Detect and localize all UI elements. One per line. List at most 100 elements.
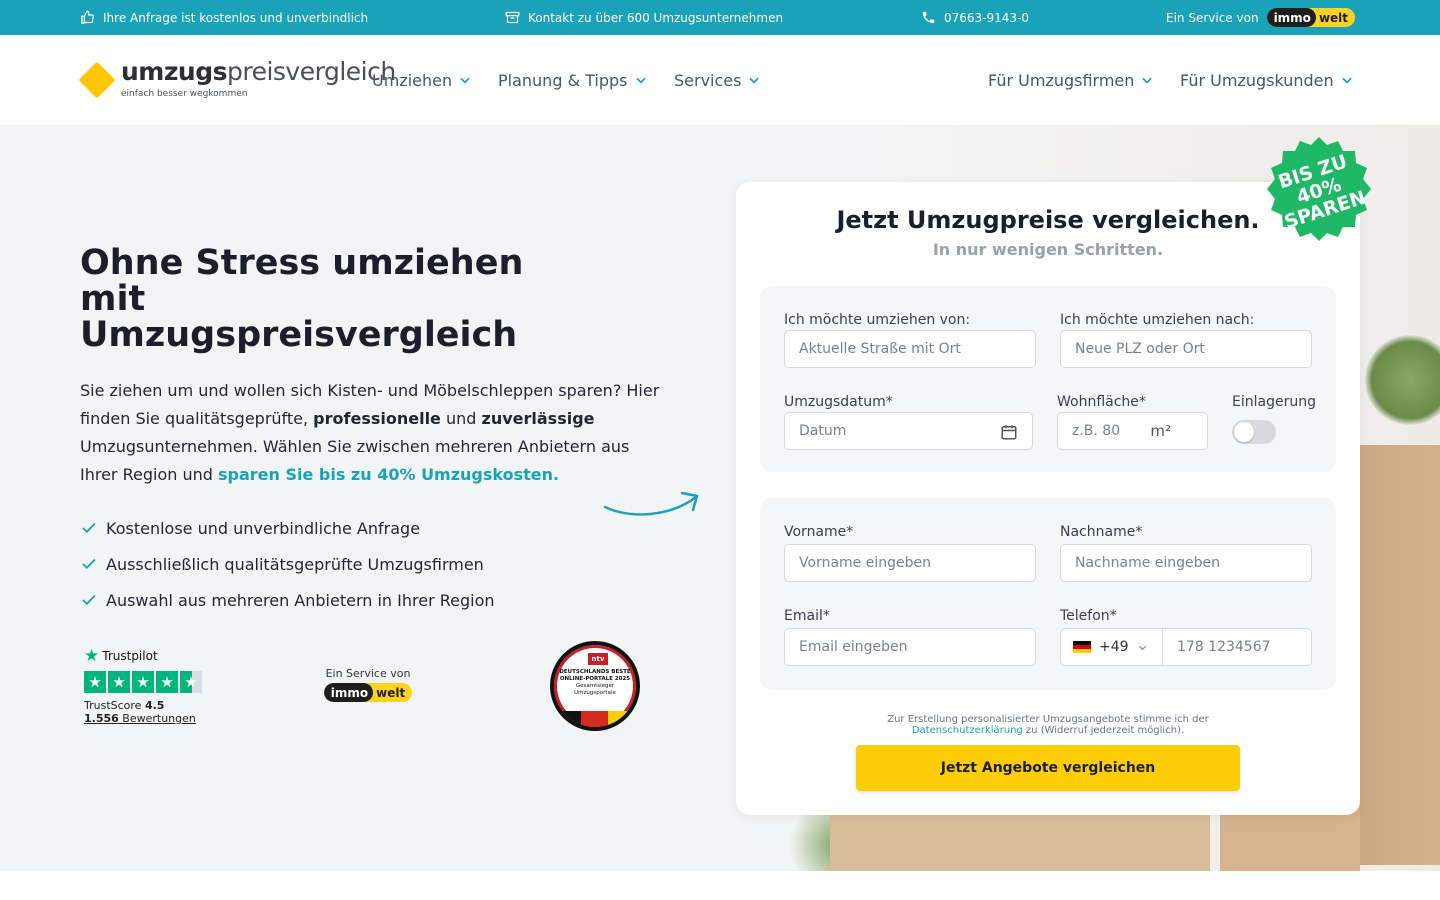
- logo-light: preisvergleich: [226, 57, 396, 86]
- arrow-icon: [603, 491, 699, 516]
- benefit-item: Kostenlose und unverbindliche Anfrage: [80, 510, 495, 546]
- nav-services[interactable]: Services: [674, 35, 761, 125]
- nav-umziehen-label: Umziehen: [372, 70, 453, 90]
- chevron-down-icon: [749, 77, 760, 84]
- free-request-text: Ihre Anfrage ist kostenlos und unverbind…: [103, 10, 369, 25]
- email-input[interactable]: [799, 639, 1035, 655]
- logo-wordmark: umzugspreisvergleich: [121, 57, 396, 86]
- immowelt-logo: immo welt: [323, 683, 413, 702]
- storage-label: Einlagerung: [1232, 394, 1316, 410]
- area-input[interactable]: [1072, 423, 1142, 439]
- immowelt-logo-part-a: immo: [1266, 8, 1316, 27]
- page-bottom: [0, 871, 1440, 900]
- site-logo[interactable]: umzugspreisvergleich einfach besser wegk…: [78, 57, 396, 107]
- hero-section: Ohne Stress umziehen mit Umzugspreisverg…: [0, 125, 1440, 871]
- calendar-icon[interactable]: [1000, 423, 1018, 441]
- nav-kunden-label: Für Umzugskunden: [1180, 70, 1334, 90]
- seal-line2: Gesamtsieger: [575, 683, 615, 689]
- nav-fuer-umzugsfirmen[interactable]: Für Umzugsfirmen: [988, 35, 1154, 125]
- to-field[interactable]: [1060, 330, 1312, 368]
- price-comparison-form: Jetzt Umzugpreise vergleichen. In nur we…: [736, 182, 1360, 815]
- thumbs-up-icon: [81, 10, 94, 24]
- star-icon: ★: [108, 671, 130, 693]
- trustscore: TrustScore 4.5: [84, 699, 214, 712]
- trustpilot-star-icon: ★: [84, 646, 100, 666]
- logo-tagline: einfach besser wegkommen: [121, 89, 248, 99]
- immowelt-logo[interactable]: immo welt: [1266, 8, 1356, 27]
- chevron-down-icon: [1341, 77, 1352, 84]
- intro-bold-1: professionelle: [313, 409, 441, 428]
- immowelt-logo-part-a: immo: [323, 683, 374, 702]
- date-field[interactable]: [784, 412, 1033, 450]
- logo-bold: umzugs: [121, 57, 227, 86]
- consent-text-2: zu (Widerruf jederzeit möglich).: [1022, 725, 1185, 736]
- hero-title: Ohne Stress umziehen mit Umzugspreisverg…: [80, 243, 524, 355]
- firstname-field[interactable]: [784, 544, 1036, 582]
- compare-offers-button[interactable]: Jetzt Angebote vergleichen: [856, 745, 1240, 791]
- lastname-field[interactable]: [1060, 544, 1312, 582]
- review-count-link[interactable]: 1.556 Bewertungen: [84, 712, 214, 725]
- phone-icon: [922, 11, 935, 24]
- trustpilot-name: Trustpilot: [102, 649, 158, 663]
- benefit-text: Ausschließlich qualitätsgeprüfte Umzugsf…: [106, 554, 484, 574]
- check-icon: [82, 594, 96, 606]
- phone-field[interactable]: +49: [1060, 628, 1312, 666]
- star-icon: ★: [84, 671, 106, 693]
- consent-text: Zur Erstellung personalisierter Umzugsan…: [876, 714, 1220, 736]
- trustscore-value: 4.5: [144, 699, 165, 712]
- chevron-down-icon: [635, 77, 646, 84]
- star-icon: ★: [156, 671, 178, 693]
- intro-bold-2: zuverlässige: [481, 409, 595, 428]
- from-input[interactable]: [799, 341, 1035, 357]
- country-code: +49: [1099, 639, 1129, 655]
- privacy-policy-link[interactable]: Datenschutzerklärung: [912, 725, 1023, 736]
- phone-label: Telefon*: [1060, 608, 1117, 624]
- from-label: Ich möchte umziehen von:: [784, 312, 971, 328]
- check-icon: [82, 558, 96, 570]
- storage-toggle[interactable]: [1232, 420, 1276, 444]
- trustpilot-widget[interactable]: ★ Trustpilot ★ ★ ★ ★ ★ TrustScore 4.5 1.…: [84, 646, 214, 725]
- immowelt-logo-part-b: welt: [376, 685, 406, 700]
- phone-input[interactable]: [1177, 639, 1311, 655]
- nav-umziehen[interactable]: Umziehen: [372, 35, 472, 125]
- firstname-input[interactable]: [799, 555, 1035, 571]
- box-icon: [505, 11, 520, 24]
- trustpilot-stars: ★ ★ ★ ★ ★: [84, 671, 214, 693]
- to-input[interactable]: [1075, 341, 1311, 357]
- firstname-label: Vorname*: [784, 524, 854, 540]
- main-header: umzugspreisvergleich einfach besser wegk…: [0, 35, 1440, 125]
- germany-flag-icon: [1073, 641, 1091, 653]
- from-field[interactable]: [784, 330, 1036, 368]
- phone-link[interactable]: 07663-9143-0: [921, 0, 1029, 35]
- half-star-icon: ★: [180, 671, 202, 693]
- email-field[interactable]: [784, 628, 1036, 666]
- area-unit: m²: [1150, 422, 1171, 440]
- hero-intro: Sie ziehen um und wollen sich Kisten- un…: [80, 377, 660, 489]
- chevron-down-icon: [1138, 645, 1146, 650]
- nav-planung-label: Planung & Tipps: [498, 70, 628, 90]
- service-by-immowelt: Ein Service von immo welt: [322, 667, 414, 702]
- date-input[interactable]: [799, 423, 1032, 439]
- country-code-select[interactable]: +49: [1061, 629, 1163, 665]
- top-info-bar: Ihre Anfrage ist kostenlos und unverbind…: [0, 0, 1440, 35]
- lastname-input[interactable]: [1075, 555, 1311, 571]
- lastname-label: Nachname*: [1060, 524, 1143, 540]
- seal-text: DEUTSCHLANDS BESTE ONLINE-PORTALE 2025 G…: [554, 669, 636, 697]
- benefits-list: Kostenlose und unverbindliche Anfrage Au…: [80, 510, 495, 618]
- nav-services-label: Services: [674, 70, 742, 90]
- service-label: Ein Service von: [325, 667, 411, 680]
- email-label: Email*: [784, 608, 830, 624]
- nav-planung-tipps[interactable]: Planung & Tipps: [498, 35, 648, 125]
- to-label: Ich möchte umziehen nach:: [1060, 312, 1255, 328]
- trustpilot-logo: ★ Trustpilot: [84, 646, 214, 666]
- review-count: 1.556: [84, 712, 119, 725]
- benefit-text: Kostenlose und unverbindliche Anfrage: [106, 518, 421, 538]
- nav-fuer-umzugskunden[interactable]: Für Umzugskunden: [1180, 35, 1354, 125]
- benefit-text: Auswahl aus mehreren Anbietern in Ihrer …: [106, 590, 495, 610]
- area-field[interactable]: m²: [1057, 412, 1208, 450]
- move-details-panel: Ich möchte umziehen von: Ich möchte umzi…: [760, 286, 1336, 472]
- ntv-award-seal: ntv DEUTSCHLANDS BESTE ONLINE-PORTALE 20…: [550, 641, 640, 731]
- chevron-down-icon: [460, 77, 470, 84]
- contact-info: Kontakt zu über 600 Umzugsunternehmen: [505, 0, 783, 35]
- contact-text: Kontakt zu über 600 Umzugsunternehmen: [528, 10, 784, 25]
